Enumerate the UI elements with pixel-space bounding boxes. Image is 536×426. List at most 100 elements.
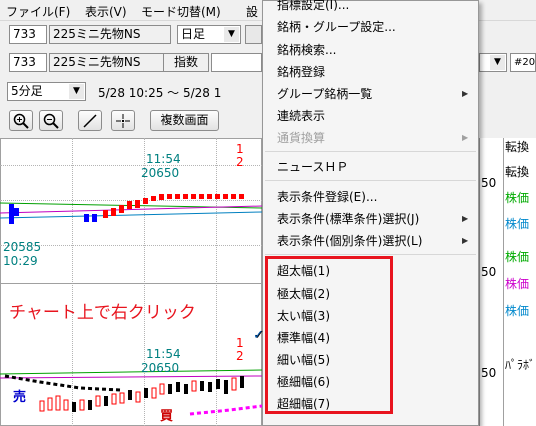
candle [151, 387, 157, 399]
right-select[interactable]: ▼ [479, 53, 507, 72]
right-click-annotation: チャート上で右クリック [9, 303, 196, 323]
menu-item-symbol-search[interactable]: 銘柄検索... [277, 41, 336, 58]
indicator-legend-item[interactable]: 転換 [505, 138, 529, 155]
period-select[interactable]: 日足 ▼ [177, 25, 241, 44]
candle [159, 383, 165, 395]
check-mark-icon: ✓ [253, 328, 264, 343]
candle [167, 194, 172, 199]
menu-item-news-hp[interactable]: ニュースＨＰ [277, 158, 348, 175]
menu-item-symbol-register[interactable]: 銘柄登録 [277, 63, 325, 80]
indicator-legend-item[interactable]: 株価 [505, 302, 529, 319]
menu-file[interactable]: ファイル(F) [6, 3, 70, 20]
candle [159, 194, 164, 200]
buy-signal: 買 [160, 409, 174, 424]
menu-item-indicator-settings[interactable]: 指標設定(I)... [277, 0, 349, 13]
candle [144, 388, 148, 398]
candlestick-chart [0, 194, 262, 416]
candle [183, 194, 188, 199]
low-price-label: 20585 [3, 240, 42, 254]
candle [47, 397, 53, 411]
indicator-legend-item[interactable]: 株価 [505, 189, 529, 206]
candle [119, 205, 124, 213]
zoom-out-button[interactable] [39, 110, 63, 131]
code-input-2[interactable]: 733 [9, 53, 47, 72]
price-marker: 2 [236, 155, 244, 169]
chevron-down-icon[interactable]: ▼ [490, 55, 505, 70]
candle [240, 376, 244, 388]
candle [88, 400, 92, 410]
candle [143, 198, 148, 204]
high-time-label: 11:54 [146, 152, 181, 166]
interval-select[interactable]: 5分足 ▼ [7, 82, 86, 101]
candle [119, 392, 125, 404]
candle [72, 402, 76, 412]
zoom-out-icon [43, 113, 59, 129]
indicator-legend-item[interactable]: 転換 [505, 163, 529, 180]
type-value-field[interactable] [211, 53, 262, 72]
indicator-legend-item[interactable]: ﾊﾟﾗﾎﾞ [505, 356, 535, 373]
menu-item-currency-convert: 通貨換算 [277, 131, 326, 145]
candle [84, 214, 89, 222]
side-value: 50 [481, 265, 497, 279]
indicator-legend-item[interactable]: 株価 [505, 215, 529, 232]
name-field-1: 225ミニ先物NS [49, 25, 171, 44]
menu-settings[interactable]: 設 [246, 3, 258, 20]
candle [176, 382, 180, 392]
multi-screen-button[interactable]: 複数画面 [150, 110, 219, 131]
side-value: 50 [481, 366, 497, 380]
candle [216, 379, 220, 389]
type-label: 指数 [163, 53, 209, 72]
candle [14, 208, 19, 216]
candle [9, 204, 14, 224]
candle [135, 391, 141, 403]
menu-item-display-condition-register[interactable]: 表示条件登録(E)... [277, 188, 377, 205]
price-marker: 1 [236, 142, 244, 156]
candle [175, 194, 180, 199]
sell-signal: 売 [13, 390, 27, 405]
menu-item-continuous-display[interactable]: 連続表示 [277, 107, 325, 124]
chevron-down-icon[interactable]: ▼ [224, 27, 239, 42]
high-price-label: 20650 [141, 166, 180, 180]
indicator-legend-item[interactable]: 株価 [505, 275, 529, 292]
candle [224, 380, 228, 394]
candle [239, 194, 244, 199]
candle [168, 384, 172, 394]
interval-select-value: 5分足 [11, 84, 43, 98]
crosshair-button[interactable] [111, 110, 135, 131]
side-value: 50 [481, 176, 497, 190]
candle [223, 194, 228, 199]
candle [200, 381, 204, 391]
indicator-legend-item[interactable]: 株価 [505, 248, 529, 265]
submenu-arrow-icon: ▶ [462, 89, 469, 98]
menu-item-individual-condition-select[interactable]: 表示条件(個別条件)選択(L) [277, 232, 422, 249]
candle [191, 380, 197, 392]
menu-separator [265, 151, 476, 152]
price-marker: 1 [236, 336, 244, 350]
high-price-label-2: 20650 [141, 361, 180, 375]
menu-mode[interactable]: モード切替(M) [141, 3, 221, 20]
menu-item-group-symbol-list[interactable]: グループ銘柄一覧 [277, 85, 372, 102]
menu-item-symbol-group-settings[interactable]: 銘柄・グループ設定... [277, 18, 396, 35]
zoom-in-button[interactable] [9, 110, 33, 131]
code-input-1[interactable]: 733 [9, 25, 47, 44]
menu-separator [265, 180, 476, 181]
candle [104, 396, 108, 406]
candle [231, 377, 237, 391]
candle [135, 200, 140, 208]
menu-view[interactable]: 表示(V) [85, 3, 127, 20]
submenu-arrow-icon: ▶ [462, 133, 469, 142]
name-field-2: 225ミニ先物NS [49, 53, 171, 72]
candle [111, 208, 116, 216]
draw-line-button[interactable] [78, 110, 102, 131]
candle [55, 395, 61, 411]
period-extra-button[interactable] [245, 25, 262, 44]
crosshair-icon [116, 114, 130, 128]
candle [199, 194, 204, 199]
candle [215, 194, 220, 199]
right-value-field[interactable]: #20 [510, 53, 536, 72]
chevron-down-icon[interactable]: ▼ [69, 84, 84, 99]
candle [127, 201, 132, 209]
menu-item-standard-condition-select[interactable]: 表示条件(標準条件)選択(J) [277, 210, 419, 227]
period-select-value: 日足 [181, 27, 206, 41]
candle [79, 399, 85, 411]
